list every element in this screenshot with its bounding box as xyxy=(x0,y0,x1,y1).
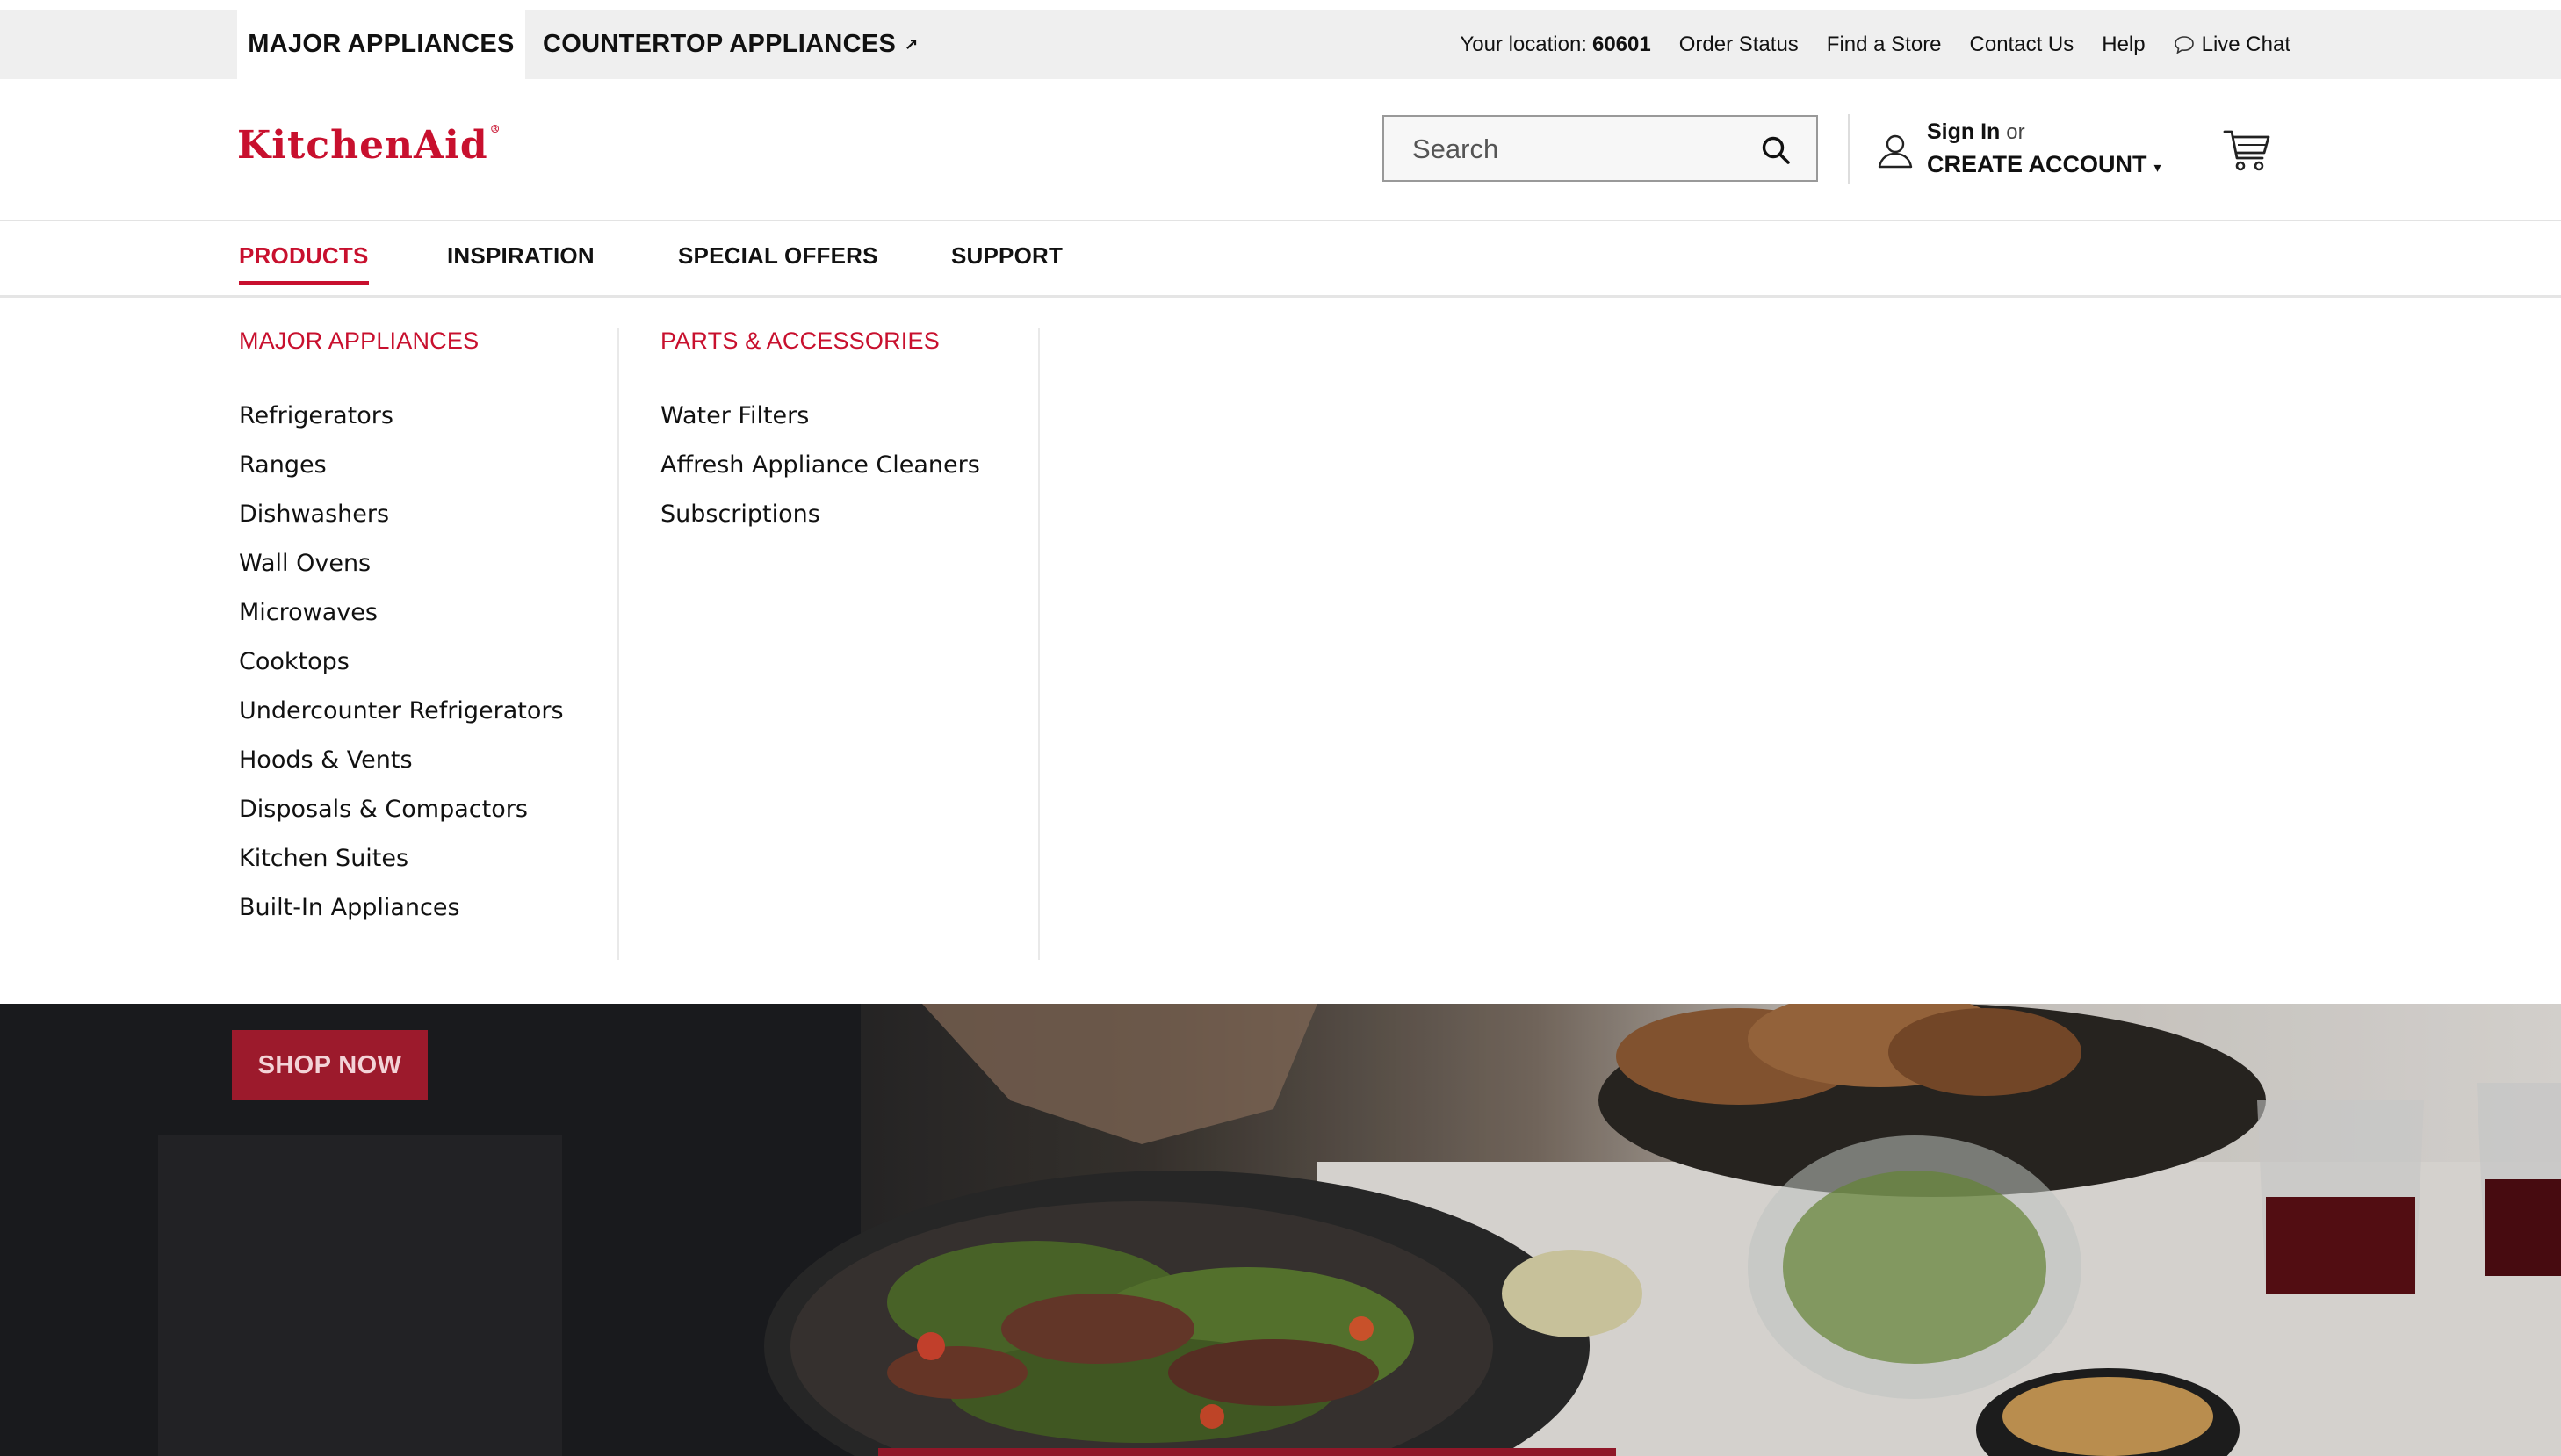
nav-label: INSPIRATION xyxy=(447,242,595,269)
nav-inspiration[interactable]: INSPIRATION xyxy=(447,242,595,270)
menu-link-undercounter-refrigerators[interactable]: Undercounter Refrigerators xyxy=(239,687,564,736)
live-chat-link[interactable]: Live Chat xyxy=(2174,32,2290,57)
menu-link-disposals-compactors[interactable]: Disposals & Compactors xyxy=(239,785,564,834)
nav-label: PRODUCTS xyxy=(239,242,369,269)
menu-link-wall-ovens[interactable]: Wall Ovens xyxy=(239,539,564,588)
menu-link-subscriptions[interactable]: Subscriptions xyxy=(660,490,980,539)
location-code: 60601 xyxy=(1591,32,1651,56)
user-icon[interactable] xyxy=(1876,132,1915,170)
nav-products[interactable]: PRODUCTS xyxy=(239,242,369,285)
sign-in-link[interactable]: Sign In xyxy=(1927,119,2000,144)
location-label: Your location: xyxy=(1460,32,1587,56)
live-chat-label: Live Chat xyxy=(2201,32,2290,56)
menu-link-ranges[interactable]: Ranges xyxy=(239,441,564,490)
menu-link-hoods-vents[interactable]: Hoods & Vents xyxy=(239,736,564,785)
tab-major-appliances[interactable]: MAJOR APPLIANCES xyxy=(237,10,525,79)
or-text: or xyxy=(2006,120,2025,144)
menu-link-refrigerators[interactable]: Refrigerators xyxy=(239,392,564,441)
menu-link-kitchen-suites[interactable]: Kitchen Suites xyxy=(239,834,564,883)
column-heading[interactable]: MAJOR APPLIANCES xyxy=(239,328,564,355)
menu-link-water-filters[interactable]: Water Filters xyxy=(660,392,980,441)
contact-us-link[interactable]: Contact Us xyxy=(1970,32,2074,57)
tab-label: MAJOR APPLIANCES xyxy=(248,30,515,58)
utility-bar: MAJOR APPLIANCES COUNTERTOP APPLIANCES ↗… xyxy=(0,10,2561,79)
menu-link-cooktops[interactable]: Cooktops xyxy=(239,638,564,687)
menu-link-built-in-appliances[interactable]: Built-In Appliances xyxy=(239,883,564,933)
column-divider xyxy=(617,328,619,960)
nav-support[interactable]: SUPPORT xyxy=(951,242,1063,270)
find-store-link[interactable]: Find a Store xyxy=(1827,32,1942,57)
account-menu: Sign In or CREATE ACCOUNT ▾ xyxy=(1927,116,2161,184)
logo-text: KitchenAid xyxy=(237,123,488,168)
menu-column-major-appliances: MAJOR APPLIANCES Refrigerators Ranges Di… xyxy=(239,328,564,933)
header-divider xyxy=(1848,114,1850,184)
location-indicator[interactable]: Your location: 60601 xyxy=(1460,32,1650,57)
menu-column-parts-accessories: PARTS & ACCESSORIES Water Filters Affres… xyxy=(660,328,980,539)
nav-label: SUPPORT xyxy=(951,242,1064,269)
products-mega-menu: MAJOR APPLIANCES Refrigerators Ranges Di… xyxy=(0,298,2561,1004)
utility-links: Your location: 60601 Order Status Find a… xyxy=(1432,10,2290,79)
shopping-cart-icon[interactable] xyxy=(2222,126,2271,174)
help-link[interactable]: Help xyxy=(2102,32,2145,57)
create-account-label: CREATE ACCOUNT xyxy=(1927,151,2147,177)
shop-now-button[interactable]: SHOP NOW xyxy=(232,1030,428,1100)
caret-down-icon: ▾ xyxy=(2153,161,2161,176)
tab-label: COUNTERTOP APPLIANCES xyxy=(543,30,897,58)
registered-mark: ® xyxy=(489,123,501,135)
search-box xyxy=(1382,115,1818,182)
hero-banner: SHOP NOW xyxy=(0,1004,2561,1456)
column-heading[interactable]: PARTS & ACCESSORIES xyxy=(660,328,980,355)
kitchenaid-logo[interactable]: KitchenAid ® xyxy=(237,123,501,168)
search-input[interactable] xyxy=(1384,117,1765,182)
active-underline xyxy=(239,281,369,285)
main-nav: PRODUCTS INSPIRATION SPECIAL OFFERS SUPP… xyxy=(0,220,2561,298)
menu-link-affresh-cleaners[interactable]: Affresh Appliance Cleaners xyxy=(660,441,980,490)
site-header: KitchenAid® Sign In or CREATE ACCOUNT ▾ xyxy=(0,79,2561,221)
column-divider xyxy=(1038,328,1040,960)
order-status-link[interactable]: Order Status xyxy=(1679,32,1799,57)
arrow-up-right-icon: ↗ xyxy=(905,35,919,53)
create-account-button[interactable]: CREATE ACCOUNT ▾ xyxy=(1927,148,2161,184)
chat-bubble-icon xyxy=(2174,35,2194,54)
nav-special-offers[interactable]: SPECIAL OFFERS xyxy=(678,242,878,270)
search-icon[interactable] xyxy=(1760,134,1792,166)
menu-link-microwaves[interactable]: Microwaves xyxy=(239,588,564,638)
nav-label: SPECIAL OFFERS xyxy=(678,242,878,269)
menu-link-dishwashers[interactable]: Dishwashers xyxy=(239,490,564,539)
tab-countertop-appliances[interactable]: COUNTERTOP APPLIANCES ↗ xyxy=(543,10,919,79)
